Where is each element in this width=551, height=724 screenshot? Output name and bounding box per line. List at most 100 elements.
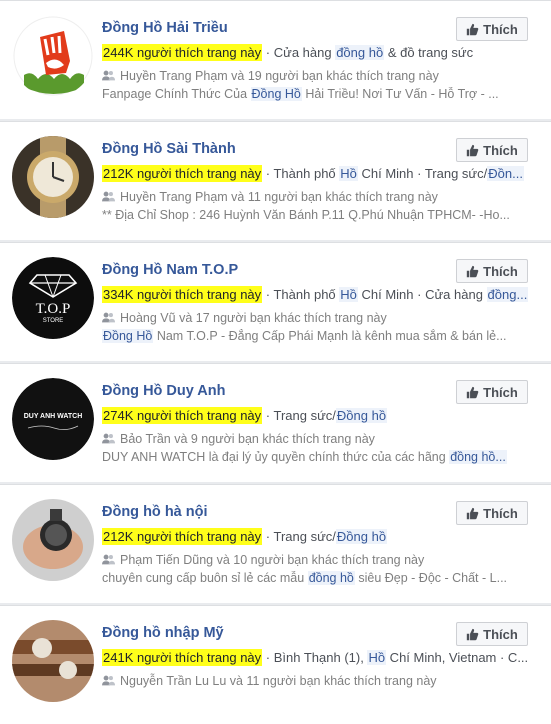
meta-text: & đồ trang sức — [384, 45, 474, 60]
friends-like-text[interactable]: Bảo Trần và 9 người bạn khác thích trang… — [120, 432, 375, 446]
meta-text: · Cửa hàng — [262, 45, 336, 60]
page-title-link[interactable]: Đồng hồ nhập Mỹ — [102, 625, 224, 641]
meta-text: Chí Minh, Vietnam · C... — [386, 650, 529, 665]
page-description: Fanpage Chính Thức Của Đồng Hồ Hải Triều… — [102, 87, 538, 104]
keyword-highlight: Đồng Hồ — [250, 87, 302, 101]
top-store-logo-text: T.O.P — [36, 301, 71, 317]
result-card: T.O.P STORE Đồng Hồ Nam T.O.P Thích 334K n… — [0, 242, 551, 361]
friends-icon — [102, 312, 115, 323]
page-meta-line: 241K người thích trang này · Bình Thạnh … — [102, 649, 538, 667]
friends-like-text[interactable]: Huyền Trang Phạm và 19 người bạn khác th… — [120, 69, 439, 83]
friends-like-text[interactable]: Hoàng Vũ và 17 người bạn khác thích tran… — [120, 311, 387, 325]
like-button[interactable]: Thích — [456, 622, 528, 646]
friends-like-line: Phạm Tiến Dũng và 10 người bạn khác thíc… — [102, 551, 538, 568]
page-description: ** Địa Chỉ Shop : 246 Huỳnh Văn Bánh P.1… — [102, 208, 538, 225]
like-button[interactable]: Thích — [456, 17, 528, 41]
thumbs-up-icon — [466, 144, 479, 156]
result-card: DUY ANH WATCH Đồng Hồ Duy Anh Thích 274K … — [0, 363, 551, 482]
page-title-link[interactable]: Đồng hồ hà nội — [102, 504, 208, 520]
keyword-highlight: Hồ — [339, 166, 358, 181]
friends-icon — [102, 70, 115, 81]
page-title-link[interactable]: Đồng Hồ Sài Thành — [102, 141, 236, 157]
result-card: Đồng Hồ Sài Thành Thích 212K người thích … — [0, 121, 551, 240]
like-button-label: Thích — [483, 21, 518, 37]
friends-like-line: Bảo Trần và 9 người bạn khác thích trang… — [102, 430, 538, 447]
duy-anh-logo-text: DUY ANH WATCH — [24, 413, 83, 420]
page-avatar[interactable]: DUY ANH WATCH — [12, 378, 94, 460]
page-title-link[interactable]: Đồng Hồ Hải Triều — [102, 20, 228, 36]
likes-count: 212K người thích trang này — [102, 165, 263, 182]
page-title-link[interactable]: Đồng Hồ Nam T.O.P — [102, 262, 238, 278]
friends-icon — [102, 433, 115, 444]
page-avatar[interactable]: T.O.P STORE — [12, 257, 94, 339]
likes-count: 212K người thích trang này — [102, 528, 263, 545]
meta-text: Chí Minh · Cửa hàng — [357, 287, 487, 302]
keyword-highlight: Đồng hồ — [335, 408, 388, 423]
like-button[interactable]: Thích — [456, 259, 528, 283]
friends-like-text[interactable]: Huyền Trang Phạm và 11 người bạn khác th… — [120, 190, 438, 204]
description-text: Nam T.O.P - Đẳng Cấp Phái Mạnh là kênh m… — [153, 329, 507, 343]
likes-count: 244K người thích trang này — [102, 44, 263, 61]
keyword-highlight: đồng hồ — [307, 571, 355, 585]
like-button-label: Thích — [483, 263, 518, 279]
page-meta-line: 274K người thích trang này · Trang sức/Đ… — [102, 407, 538, 425]
like-button-label: Thích — [483, 626, 518, 642]
keyword-highlight: Hồ — [339, 287, 358, 302]
friends-like-text[interactable]: Nguyễn Trần Lu Lu và 11 người bạn khác t… — [120, 674, 437, 688]
description-text: ** Địa Chỉ Shop : 246 Huỳnh Văn Bánh P.1… — [102, 208, 510, 222]
like-button-label: Thích — [483, 384, 518, 400]
likes-count: 241K người thích trang này — [102, 649, 263, 666]
thumbs-up-icon — [466, 23, 479, 35]
description-text: Hải Triều! Nơi Tư Vấn - Hỗ Trợ - ... — [301, 87, 499, 101]
keyword-highlight: Đồn... — [487, 166, 524, 181]
friends-like-text[interactable]: Phạm Tiến Dũng và 10 người bạn khác thíc… — [120, 553, 424, 567]
page-avatar[interactable] — [12, 15, 94, 97]
keyword-highlight: đồng hồ... — [449, 450, 507, 464]
page-description: Đồng Hồ Nam T.O.P - Đẳng Cấp Phái Mạnh l… — [102, 329, 538, 346]
thumbs-up-icon — [466, 507, 479, 519]
keyword-highlight: đồng... — [486, 287, 529, 302]
thumbs-up-icon — [466, 265, 479, 277]
description-text: Fanpage Chính Thức Của — [102, 87, 251, 101]
description-text: chuyên cung cấp buôn sỉ lẻ các mẫu — [102, 571, 308, 585]
friends-icon — [102, 675, 115, 686]
page-avatar[interactable] — [12, 499, 94, 581]
page-description — [102, 692, 538, 709]
thumbs-up-icon — [466, 628, 479, 640]
like-button[interactable]: Thích — [456, 501, 528, 525]
top-store-logo-sub: STORE — [43, 318, 64, 324]
friends-icon — [102, 191, 115, 202]
page-avatar[interactable] — [12, 620, 94, 702]
result-card: Đồng Hồ Hải Triều Thích 244K người thích … — [0, 0, 551, 119]
result-card: Đồng hồ hà nội Thích 212K người thích tra… — [0, 484, 551, 603]
page-avatar[interactable] — [12, 136, 94, 218]
meta-text: · Trang sức/ — [262, 529, 336, 544]
like-button[interactable]: Thích — [456, 138, 528, 162]
like-button[interactable]: Thích — [456, 380, 528, 404]
like-button-label: Thích — [483, 142, 518, 158]
meta-text: · Thành phố — [262, 287, 340, 302]
thumbs-up-icon — [466, 386, 479, 398]
page-meta-line: 212K người thích trang này · Trang sức/Đ… — [102, 528, 538, 546]
friends-icon — [102, 554, 115, 565]
description-text: siêu Đẹp - Độc - Chất - L... — [354, 571, 508, 585]
friends-like-line: Huyền Trang Phạm và 19 người bạn khác th… — [102, 67, 538, 84]
meta-text: · Trang sức/ — [262, 408, 336, 423]
page-description: DUY ANH WATCH là đại lý ủy quyền chính t… — [102, 450, 538, 467]
likes-count: 274K người thích trang này — [102, 407, 263, 424]
page-meta-line: 212K người thích trang này · Thành phố H… — [102, 165, 538, 183]
meta-text: · Thành phố — [262, 166, 340, 181]
page-description: chuyên cung cấp buôn sỉ lẻ các mẫu đồng … — [102, 571, 538, 588]
description-text: DUY ANH WATCH là đại lý ủy quyền chính t… — [102, 450, 450, 464]
friends-like-line: Huyền Trang Phạm và 11 người bạn khác th… — [102, 188, 538, 205]
page-title-link[interactable]: Đồng Hồ Duy Anh — [102, 383, 226, 399]
meta-text: · Bình Thạnh (1), — [262, 650, 368, 665]
likes-count: 334K người thích trang này — [102, 286, 263, 303]
keyword-highlight: đồng hồ — [335, 45, 385, 60]
keyword-highlight: Đồng hồ — [335, 529, 388, 544]
friends-like-line: Nguyễn Trần Lu Lu và 11 người bạn khác t… — [102, 672, 538, 689]
result-card: Đồng hồ nhập Mỹ Thích 241K người thích tr… — [0, 605, 551, 724]
keyword-highlight: Hồ — [367, 650, 387, 665]
like-button-label: Thích — [483, 505, 518, 521]
page-meta-line: 244K người thích trang này · Cửa hàng đồ… — [102, 44, 538, 62]
